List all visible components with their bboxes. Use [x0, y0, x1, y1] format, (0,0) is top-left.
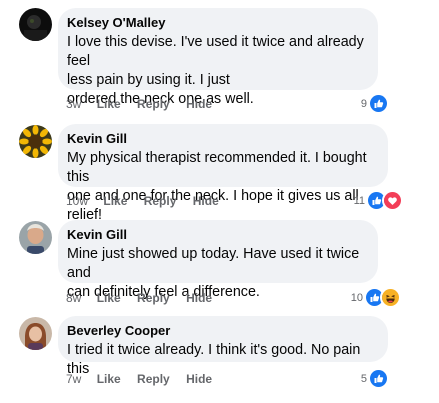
- avatar-image: [19, 8, 52, 41]
- like-button[interactable]: Like: [97, 291, 121, 305]
- comment-time[interactable]: 3w: [66, 97, 81, 111]
- reactions-summary[interactable]: 5: [361, 368, 389, 389]
- comment-actions: 7w Like Reply Hide: [66, 372, 225, 386]
- love-icon: [382, 190, 403, 211]
- reactions-summary[interactable]: 10: [351, 287, 401, 308]
- comment-author[interactable]: Kelsey O'Malley: [67, 15, 366, 31]
- reaction-count: 11: [353, 194, 365, 207]
- reaction-count: 10: [350, 291, 363, 304]
- reply-button[interactable]: Reply: [144, 194, 177, 208]
- comment-bubble: Kevin Gill My physical therapist recomme…: [58, 124, 388, 223]
- reply-button[interactable]: Reply: [137, 97, 170, 111]
- haha-icon: [380, 287, 401, 308]
- comment-time[interactable]: 8w: [66, 291, 81, 305]
- comment-actions: 3w Like Reply Hide: [66, 97, 225, 111]
- comment-actions: 10w Like Reply Hide: [66, 194, 232, 208]
- comment-text: My physical therapist recommended it. I …: [67, 150, 367, 223]
- comment-bubble: Beverley Cooper I tried it twice already…: [58, 316, 388, 377]
- avatar-image: [19, 221, 52, 254]
- hide-button[interactable]: Hide: [186, 97, 212, 111]
- hide-button[interactable]: Hide: [186, 372, 212, 386]
- like-icon: [368, 368, 389, 389]
- like-icon: [368, 93, 389, 114]
- like-button[interactable]: Like: [103, 194, 127, 208]
- comment-actions: 8w Like Reply Hide: [66, 291, 225, 305]
- comment-time[interactable]: 10w: [66, 194, 88, 208]
- comment-author[interactable]: Kevin Gill: [67, 227, 366, 243]
- comment-bubble: Kevin Gill Mine just showed up today. Ha…: [58, 220, 378, 300]
- hide-button[interactable]: Hide: [186, 291, 212, 305]
- avatar-image: [19, 317, 52, 350]
- reaction-count: 5: [360, 372, 367, 385]
- comment-author[interactable]: Kevin Gill: [67, 131, 376, 147]
- reactions-summary[interactable]: 11: [354, 190, 403, 211]
- reaction-count: 9: [360, 97, 367, 110]
- avatar[interactable]: [19, 221, 52, 254]
- avatar[interactable]: [19, 8, 52, 41]
- avatar[interactable]: [19, 317, 52, 350]
- comment-bubble: Kelsey O'Malley I love this devise. I've…: [58, 8, 378, 107]
- avatar[interactable]: [19, 125, 52, 158]
- avatar-image: [19, 125, 52, 158]
- like-button[interactable]: Like: [97, 97, 121, 111]
- reply-button[interactable]: Reply: [137, 372, 170, 386]
- hide-button[interactable]: Hide: [193, 194, 219, 208]
- like-button[interactable]: Like: [97, 372, 121, 386]
- comment-time[interactable]: 7w: [66, 372, 81, 386]
- reactions-summary[interactable]: 9: [361, 93, 389, 114]
- reply-button[interactable]: Reply: [137, 291, 170, 305]
- comment-author[interactable]: Beverley Cooper: [67, 323, 376, 339]
